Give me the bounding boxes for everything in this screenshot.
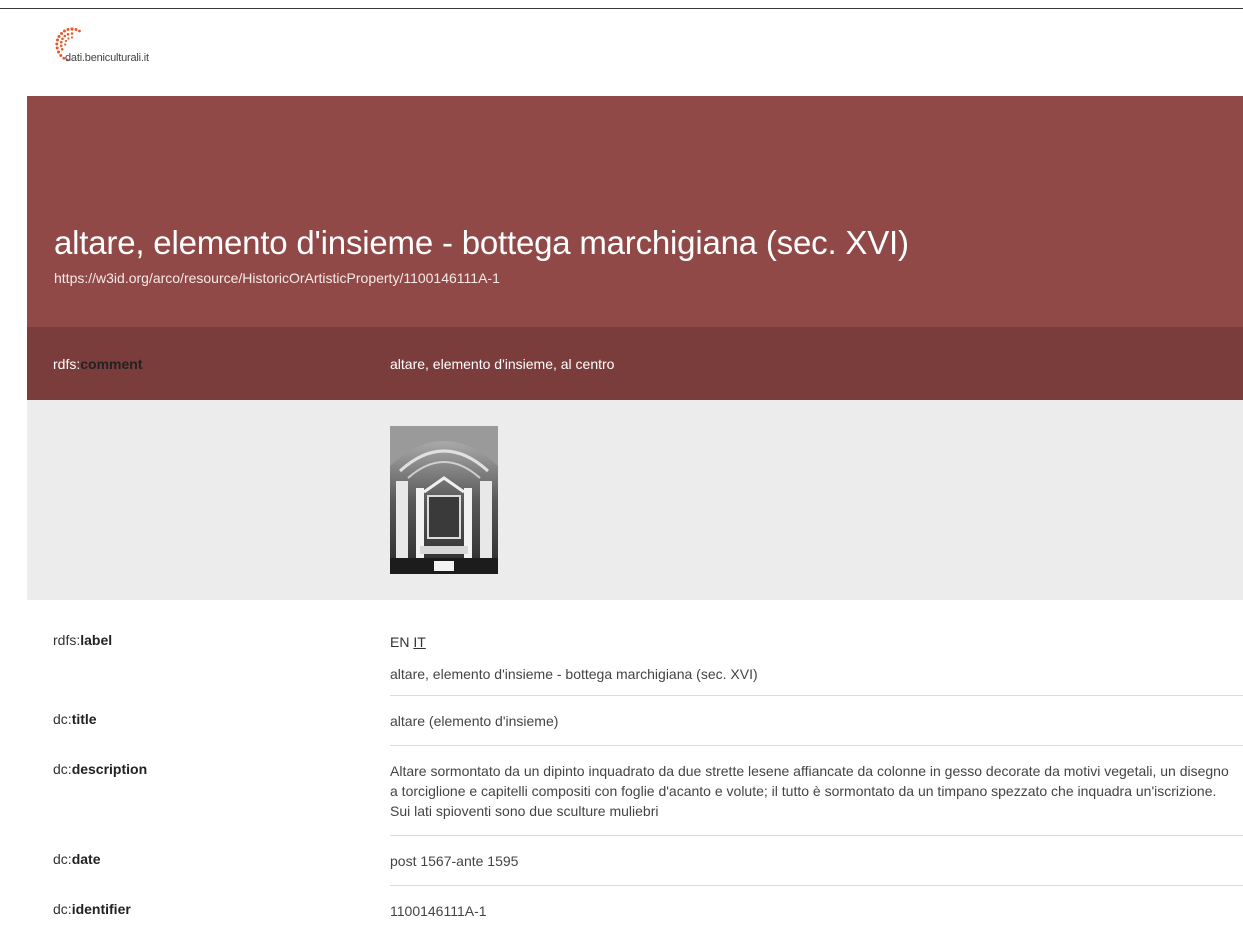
predicate-name: date xyxy=(71,851,101,867)
language-switcher: EN IT xyxy=(390,632,1230,652)
label-text: altare, elemento d'insieme - bottega mar… xyxy=(390,666,758,682)
comment-band: rdfs:comment altare, elemento d'insieme,… xyxy=(27,327,1243,400)
lang-en-option[interactable]: EN xyxy=(390,634,409,650)
page-title: altare, elemento d'insieme - bottega mar… xyxy=(54,224,909,261)
property-image[interactable] xyxy=(390,426,498,574)
predicate-name: title xyxy=(71,711,97,727)
row-divider xyxy=(390,695,1243,696)
row-divider xyxy=(390,885,1243,886)
image-band xyxy=(27,400,1243,600)
label-value: EN IT altare, elemento d'insieme - botte… xyxy=(390,632,1230,684)
predicate-name: identifier xyxy=(71,901,131,917)
resource-uri: https://w3id.org/arco/resource/HistoricO… xyxy=(54,270,500,286)
predicate-prefix: dc: xyxy=(53,761,72,777)
predicate-identifier: dc:identifier xyxy=(53,901,131,917)
top-border xyxy=(0,8,1243,9)
predicate-prefix: rdfs: xyxy=(53,356,81,372)
row-divider xyxy=(390,835,1243,836)
predicate-description: dc:description xyxy=(53,761,147,777)
predicate-title: dc:title xyxy=(53,711,97,727)
logo-text: dati.beniculturali.it xyxy=(65,52,149,64)
date-value: post 1567-ante 1595 xyxy=(390,853,519,869)
altar-photo-image xyxy=(390,426,498,574)
identifier-value: 1100146111A-1 xyxy=(390,903,487,919)
predicate-prefix: dc: xyxy=(53,711,72,727)
predicate-name: label xyxy=(80,632,113,648)
site-logo[interactable]: dati.beniculturali.it xyxy=(52,25,252,65)
predicate-date: dc:date xyxy=(53,851,100,867)
description-value: Altare sormontato da un dipinto inquadra… xyxy=(390,763,1229,819)
predicate-label: rdfs:label xyxy=(53,632,112,648)
predicate-comment: rdfs:comment xyxy=(53,356,142,372)
predicate-prefix: dc: xyxy=(53,851,72,867)
lang-it-link[interactable]: IT xyxy=(413,634,425,650)
predicate-prefix: rdfs: xyxy=(53,632,81,648)
title-value: altare (elemento d'insieme) xyxy=(390,713,559,729)
row-divider xyxy=(390,745,1243,746)
comment-value: altare, elemento d'insieme, al centro xyxy=(390,356,615,372)
predicate-name: comment xyxy=(80,356,143,372)
predicate-prefix: dc: xyxy=(53,901,72,917)
predicate-name: description xyxy=(71,761,148,777)
hero-banner: altare, elemento d'insieme - bottega mar… xyxy=(27,96,1243,327)
